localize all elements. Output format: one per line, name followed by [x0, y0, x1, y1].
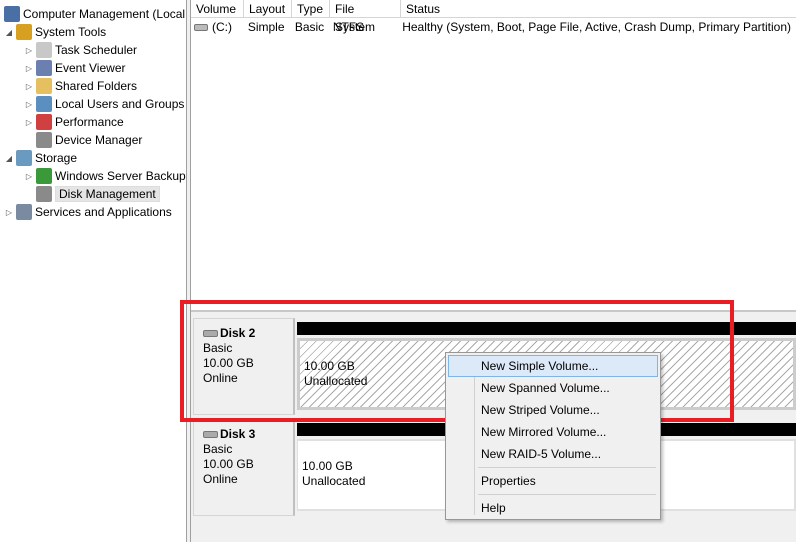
drive-icon [194, 23, 208, 31]
disk-management-icon [36, 186, 52, 202]
tree-item-device-manager[interactable]: Device Manager [24, 131, 142, 149]
expander-icon[interactable]: ◢ [4, 154, 14, 163]
expander-icon[interactable]: ▷ [24, 172, 34, 181]
column-layout[interactable]: Layout [244, 0, 292, 17]
disk-name: Disk 3 [220, 427, 256, 441]
disk-name: Disk 2 [220, 326, 256, 340]
volume-list-header: Volume Layout Type File System Status [191, 0, 796, 34]
expander-icon[interactable]: ▷ [24, 46, 34, 55]
volume-layout: Simple [247, 20, 285, 34]
disk-state: Online [203, 371, 238, 385]
expander-icon[interactable]: ◢ [4, 28, 14, 37]
tree-item-computer-management-local[interactable]: Computer Management (Local [2, 5, 185, 23]
performance-icon [36, 114, 52, 130]
tree-item-label: Local Users and Groups [55, 97, 185, 111]
volume-name: (C:) [212, 20, 232, 34]
tree-item-label: Performance [55, 115, 124, 129]
column-status[interactable]: Status [401, 0, 796, 17]
disk-icon [203, 330, 218, 337]
tree-item-local-users-and-groups[interactable]: ▷ Local Users and Groups [24, 95, 184, 113]
computer-icon [4, 6, 20, 22]
column-file-system[interactable]: File System [330, 0, 401, 34]
disk-size: 10.00 GB [203, 356, 254, 370]
menu-item-new-mirrored-volume[interactable]: New Mirrored Volume... [448, 421, 658, 443]
tree-item-disk-management[interactable]: Disk Management [24, 185, 160, 203]
tree-item-performance[interactable]: ▷ Performance [24, 113, 124, 131]
tree-item-label: System Tools [35, 25, 107, 39]
services-icon [16, 204, 32, 220]
tree-item-label: Task Scheduler [55, 43, 138, 57]
column-volume[interactable]: Volume [191, 0, 244, 17]
disk-icon [203, 431, 218, 438]
expander-icon[interactable]: ▷ [24, 64, 34, 73]
tree-item-shared-folders[interactable]: ▷ Shared Folders [24, 77, 137, 95]
tree-item-label: Windows Server Backup [55, 169, 186, 183]
column-type[interactable]: Type [292, 0, 330, 17]
menu-item-help[interactable]: Help [448, 497, 658, 519]
menu-separator [478, 467, 656, 468]
tree-item-event-viewer[interactable]: ▷ Event Viewer [24, 59, 125, 77]
menu-item-new-spanned-volume[interactable]: New Spanned Volume... [448, 377, 658, 399]
tree-item-label: Device Manager [55, 133, 143, 147]
volume-list: Volume Layout Type File System Status (C… [191, 0, 796, 308]
tree-item-services-and-applications[interactable]: ▷ Services and Applications [4, 203, 172, 221]
volume-status: Healthy (System, Boot, Page File, Active… [402, 20, 792, 34]
disk-3-label[interactable]: Disk 3 Basic 10.00 GB Online [193, 419, 295, 516]
navigation-tree: Computer Management (Local ◢ System Tools ▷… [0, 0, 187, 542]
menu-item-new-striped-volume[interactable]: New Striped Volume... [448, 399, 658, 421]
disk-type: Basic [203, 442, 233, 456]
storage-icon [16, 150, 32, 166]
disk-2-label[interactable]: Disk 2 Basic 10.00 GB Online [193, 318, 295, 415]
tree-item-storage[interactable]: ◢ Storage [4, 149, 77, 167]
tools-icon [16, 24, 32, 40]
expander-icon[interactable]: ▷ [24, 82, 34, 91]
disk-type: Basic [203, 341, 233, 355]
expander-icon[interactable]: ▷ [24, 100, 34, 109]
volume-file-system: NTFS [332, 20, 365, 34]
tree-item-label: Services and Applications [35, 205, 172, 219]
tree-item-system-tools[interactable]: ◢ System Tools [4, 23, 106, 41]
partition-header-bar [297, 322, 796, 335]
menu-separator [478, 494, 656, 495]
event-viewer-icon [36, 60, 52, 76]
tree-item-label: Event Viewer [55, 61, 126, 75]
clock-icon [36, 42, 52, 58]
tree-item-label: Storage [35, 151, 78, 165]
tree-item-label: Computer Management (Local [23, 7, 186, 21]
tree-item-label: Disk Management [55, 186, 160, 202]
expander-icon[interactable]: ▷ [24, 118, 34, 127]
backup-icon [36, 168, 52, 184]
context-menu: New Simple Volume... New Spanned Volume.… [445, 352, 661, 520]
disk-state: Online [203, 472, 238, 486]
tree-item-label: Shared Folders [55, 79, 138, 93]
device-manager-icon [36, 132, 52, 148]
volume-row[interactable]: (C:) Simple Basic NTFS Healthy (System, … [191, 18, 796, 36]
shared-folder-icon [36, 78, 52, 94]
users-icon [36, 96, 52, 112]
menu-item-new-simple-volume[interactable]: New Simple Volume... [448, 355, 658, 377]
expander-icon[interactable]: ▷ [4, 208, 14, 217]
tree-item-windows-server-backup[interactable]: ▷ Windows Server Backup [24, 167, 186, 185]
menu-item-new-raid5-volume[interactable]: New RAID-5 Volume... [448, 443, 658, 465]
tree-item-task-scheduler[interactable]: ▷ Task Scheduler [24, 41, 137, 59]
volume-type: Basic [294, 20, 325, 34]
disk-size: 10.00 GB [203, 457, 254, 471]
menu-item-properties[interactable]: Properties [448, 470, 658, 492]
